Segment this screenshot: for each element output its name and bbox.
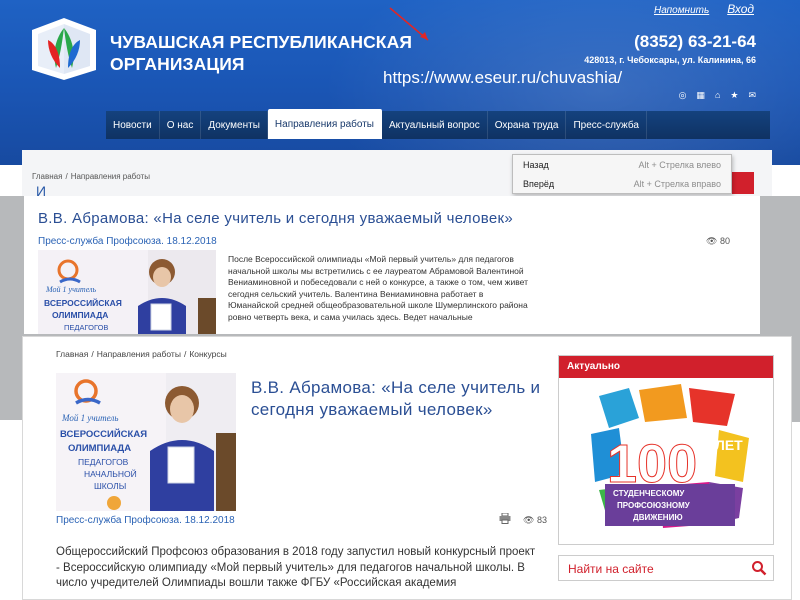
photo-banner-line2: ВСЕРОССИЙСКАЯ — [60, 428, 147, 440]
article-meta[interactable]: Пресс-служба Профсоюза. 18.12.2018 — [38, 236, 217, 247]
article-views-count: 83 — [536, 515, 547, 525]
breadcrumb-home[interactable]: Главная — [32, 172, 62, 181]
context-menu-forward-label: Вперёд — [523, 178, 555, 189]
article-main-photo[interactable]: Мой 1 учитель ВСЕРОССИЙСКАЯ ОЛИМПИАДА ПЕ… — [56, 373, 236, 511]
context-menu-forward-shortcut: Alt + Стрелка вправо — [633, 178, 721, 189]
breadcrumb-work-directions[interactable]: Направления работы — [97, 349, 181, 359]
article-views: 👁 80 — [706, 236, 730, 247]
photo-banner-line1: Мой 1 учитель — [45, 285, 97, 294]
red-arrow-annotation — [389, 7, 429, 41]
login-link[interactable]: Вход — [727, 2, 754, 16]
organization-name: ЧУВАШСКАЯ РЕСПУБЛИКАНСКАЯ ОРГАНИЗАЦИЯ — [110, 31, 412, 75]
eye-icon: 👁 — [523, 515, 535, 525]
header-icons: ◎ ▦ ⌂ ★ ✉ — [679, 90, 756, 101]
left-white-margin — [0, 420, 22, 600]
article-preview-card: В.В. Абрамова: «На селе учитель и сегодн… — [24, 196, 760, 334]
photo-banner-line3: ОЛИМПИАДА — [68, 443, 131, 454]
photo-banner-line4: ПЕДАГОГОВ — [78, 457, 129, 467]
remind-link[interactable]: Напомнить — [654, 5, 709, 16]
article-views-count: 80 — [719, 236, 730, 246]
breadcrumb-contests[interactable]: Конкурсы — [189, 349, 226, 359]
photo-banner-line6: ШКОЛЫ — [94, 481, 126, 491]
phone-number: (8352) 63-21-64 — [634, 32, 756, 51]
article-full-card: Главная / Направления работы / Конкурсы Мой … — [22, 336, 792, 600]
breadcrumb-work-directions[interactable]: Направления работы — [71, 172, 150, 181]
article-meta[interactable]: Пресс-служба Профсоюза. 18.12.2018 — [56, 515, 235, 526]
100-years-banner[interactable]: 100 ЛЕТ СТУДЕНЧЕСКОМУ ПРОФСОЮЗНОМУ ДВИЖЕ… — [559, 378, 773, 544]
article-title[interactable]: В.В. Абрамова: «На селе учитель и сегодн… — [38, 210, 513, 227]
print-icon[interactable] — [499, 513, 511, 524]
article-photo[interactable]: Мой 1 учитель ВСЕРОССИЙСКАЯ ОЛИМПИАДА ПЕ… — [38, 250, 216, 334]
photo-banner-line2: ВСЕРОССИЙСКАЯ — [44, 297, 122, 308]
sidebar-actual-heading: Актуально — [559, 356, 773, 378]
nav-item-labor-safety[interactable]: Охрана труда — [488, 111, 567, 139]
organization-name-line2: ОРГАНИЗАЦИЯ — [110, 54, 245, 74]
site-header: ЧУВАШСКАЯ РЕСПУБЛИКАНСКАЯ ОРГАНИЗАЦИЯ На… — [0, 0, 800, 165]
banner-line2: ПРОФСОЮЗНОМУ — [617, 501, 691, 510]
article-body: Общероссийский Профсоюз образования в 20… — [56, 546, 536, 589]
context-menu-back-label: Назад — [523, 159, 549, 170]
sitemap-icon[interactable]: ▦ — [696, 90, 705, 101]
breadcrumb-home[interactable]: Главная — [56, 349, 88, 359]
eye-icon: 👁 — [706, 236, 718, 246]
red-strip — [732, 172, 754, 194]
nav-item-work-directions[interactable]: Направления работы — [267, 109, 382, 139]
sidebar-actual-block: Актуально 100 ЛЕТ СТУДЕНЧЕСКОМУ ПРОФСОЮЗ… — [558, 355, 774, 545]
article-views: 👁 83 — [523, 515, 547, 526]
top-links: Напомнить Вход — [654, 2, 754, 16]
nav-item-press-service[interactable]: Пресс-служба — [566, 111, 647, 139]
address: 428013, г. Чебоксары, ул. Калинина, 66 — [584, 55, 756, 65]
star-icon[interactable]: ★ — [730, 90, 738, 101]
banner-line3: ДВИЖЕНИЮ — [633, 513, 683, 522]
photo-banner-line5: НАЧАЛЬНОЙ — [84, 468, 137, 479]
nav-item-current-issue[interactable]: Актуальный вопрос — [382, 111, 488, 139]
search-icon[interactable] — [751, 560, 767, 576]
banner-suffix: ЛЕТ — [715, 437, 743, 453]
mail-icon[interactable]: ✉ — [748, 90, 756, 101]
teacher-photo-illustration: Мой 1 учитель ВСЕРОССИЙСКАЯ ОЛИМПИАДА ПЕ… — [56, 373, 236, 511]
organization-name-line1: ЧУВАШСКАЯ РЕСПУБЛИКАНСКАЯ — [110, 32, 413, 52]
article-breadcrumb: Главная / Направления работы / Конкурсы — [56, 349, 227, 359]
teacher-photo-illustration: Мой 1 учитель ВСЕРОССИЙСКАЯ ОЛИМПИАДА ПЕ… — [38, 250, 216, 334]
site-url-annotation: https://www.eseur.ru/chuvashia/ — [383, 68, 623, 87]
photo-banner-line3: ОЛИМПИАДА — [52, 310, 108, 320]
article-intro-text: После Всероссийской олимпиады «Мой первы… — [228, 254, 528, 322]
context-menu-back-shortcut: Alt + Стрелка влево — [638, 159, 721, 170]
context-menu-forward[interactable]: Вперёд Alt + Стрелка вправо — [513, 174, 731, 193]
photo-banner-line1: Мой 1 учитель — [61, 413, 118, 423]
nav-item-documents[interactable]: Документы — [201, 111, 268, 139]
back-page-breadcrumb: Главная / Направления работы — [32, 172, 150, 181]
union-logo[interactable] — [26, 12, 102, 84]
nav-item-news[interactable]: Новости — [106, 111, 160, 139]
site-search-label[interactable]: Найти на сайте — [568, 562, 654, 576]
site-search-box[interactable]: Найти на сайте — [558, 555, 774, 581]
context-menu: Назад Alt + Стрелка влево Вперёд Alt + С… — [512, 154, 732, 194]
rss-icon[interactable]: ◎ — [679, 90, 687, 101]
main-navigation: Новости О нас Документы Направления рабо… — [106, 109, 770, 139]
photo-banner-line4: ПЕДАГОГОВ — [64, 323, 108, 332]
nav-item-about[interactable]: О нас — [160, 111, 202, 139]
home-icon[interactable]: ⌂ — [715, 90, 720, 101]
banner-line1: СТУДЕНЧЕСКОМУ — [613, 489, 685, 498]
article-title: В.В. Абрамова: «На селе учитель и сегодн… — [251, 378, 541, 419]
context-menu-back[interactable]: Назад Alt + Стрелка влево — [513, 155, 731, 174]
